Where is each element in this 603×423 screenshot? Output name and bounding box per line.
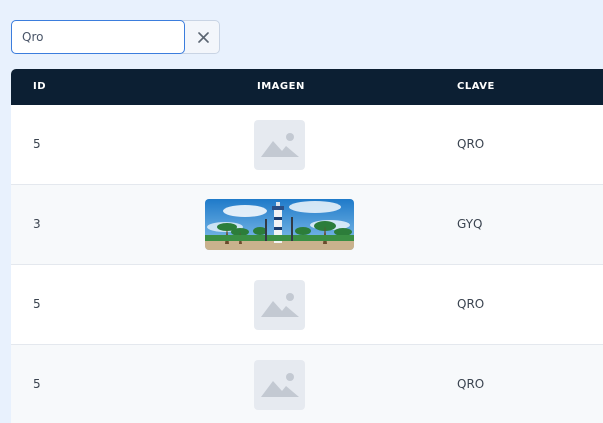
table-row[interactable]: 5 QRO xyxy=(11,265,603,345)
cell-key: GYQ xyxy=(457,217,483,231)
cell-key: QRO xyxy=(457,297,485,311)
table-row[interactable]: 5 QRO xyxy=(11,345,603,423)
cell-key: QRO xyxy=(457,137,485,151)
cell-id: 5 xyxy=(33,377,41,391)
cell-image xyxy=(254,345,305,423)
cell-id: 5 xyxy=(33,297,41,311)
cell-id: 3 xyxy=(33,217,41,231)
table-row[interactable]: 3 GYQ xyxy=(11,185,603,265)
cell-image xyxy=(254,265,305,344)
close-icon xyxy=(198,31,209,43)
cell-image xyxy=(205,185,354,264)
search-input[interactable] xyxy=(11,20,185,54)
results-table: ID IMAGEN CLAVE 5 QRO 3 GYQ 5 QRO 5 QRO xyxy=(11,69,603,423)
cell-key: QRO xyxy=(457,377,485,391)
placeholder-image-icon xyxy=(254,359,305,410)
table-header: ID IMAGEN CLAVE xyxy=(11,69,603,105)
page: ID IMAGEN CLAVE 5 QRO 3 xyxy=(0,0,603,423)
cell-id: 5 xyxy=(33,137,41,151)
lighthouse-photo xyxy=(205,199,354,250)
clear-search-button[interactable] xyxy=(188,21,219,53)
column-header-id[interactable]: ID xyxy=(33,69,46,105)
search-bar xyxy=(11,20,220,54)
column-header-key[interactable]: CLAVE xyxy=(457,69,495,105)
placeholder-image-icon xyxy=(254,279,305,330)
placeholder-image-icon xyxy=(254,119,305,170)
cell-image xyxy=(254,105,305,184)
column-header-image[interactable]: IMAGEN xyxy=(257,69,305,105)
table-row[interactable]: 5 QRO xyxy=(11,105,603,185)
